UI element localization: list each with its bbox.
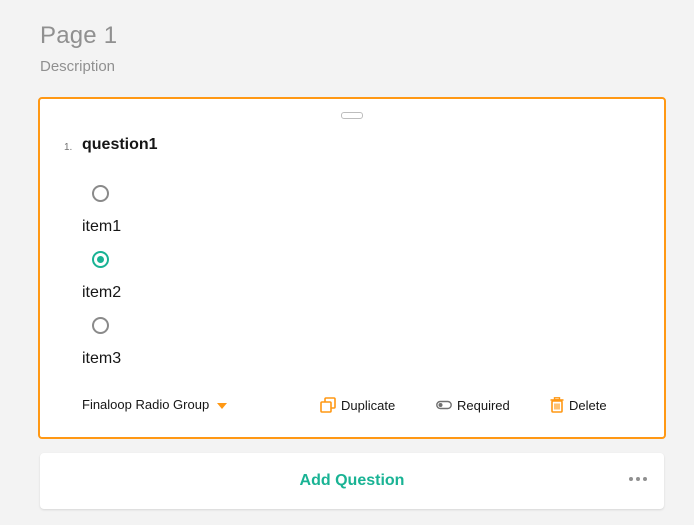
radio-button[interactable] [92,185,109,202]
choice-label: item1 [82,218,122,235]
page-header: Page 1 Description [40,18,117,78]
duplicate-button[interactable]: Duplicate [320,397,395,413]
required-toggle[interactable]: Required [436,397,510,413]
delete-button[interactable]: Delete [550,397,607,413]
drag-handle-icon[interactable] [341,112,363,119]
choice-label: item2 [82,284,122,301]
question-title[interactable]: question1 [82,136,158,154]
question-type-label: Finaloop Radio Group [82,397,210,412]
duplicate-label: Duplicate [341,397,396,413]
dot [629,477,633,481]
add-question-button[interactable]: Add Question [40,453,664,509]
caret-down-icon [217,402,228,409]
delete-label: Delete [569,397,607,413]
radio-button-checked[interactable] [92,251,109,268]
trash-icon [550,397,564,413]
radio-button[interactable] [92,317,109,334]
toggle-icon [436,400,452,410]
choice-label: item3 [82,350,122,367]
question-number: 1. [64,142,73,153]
dot [643,477,647,481]
more-dots-icon[interactable] [629,477,647,481]
add-question-card: Add Question [40,453,664,509]
required-label: Required [457,397,510,413]
duplicate-icon [320,397,336,413]
page-title[interactable]: Page 1 [40,18,117,54]
question-type-selector[interactable]: Finaloop Radio Group [82,397,228,412]
dot [636,477,640,481]
question-toolbar: Finaloop Radio Group Duplicate Required [40,397,664,417]
page-description[interactable]: Description [40,56,117,78]
question-card[interactable]: 1. question1 item1 item2 item3 Finaloop … [38,97,666,439]
